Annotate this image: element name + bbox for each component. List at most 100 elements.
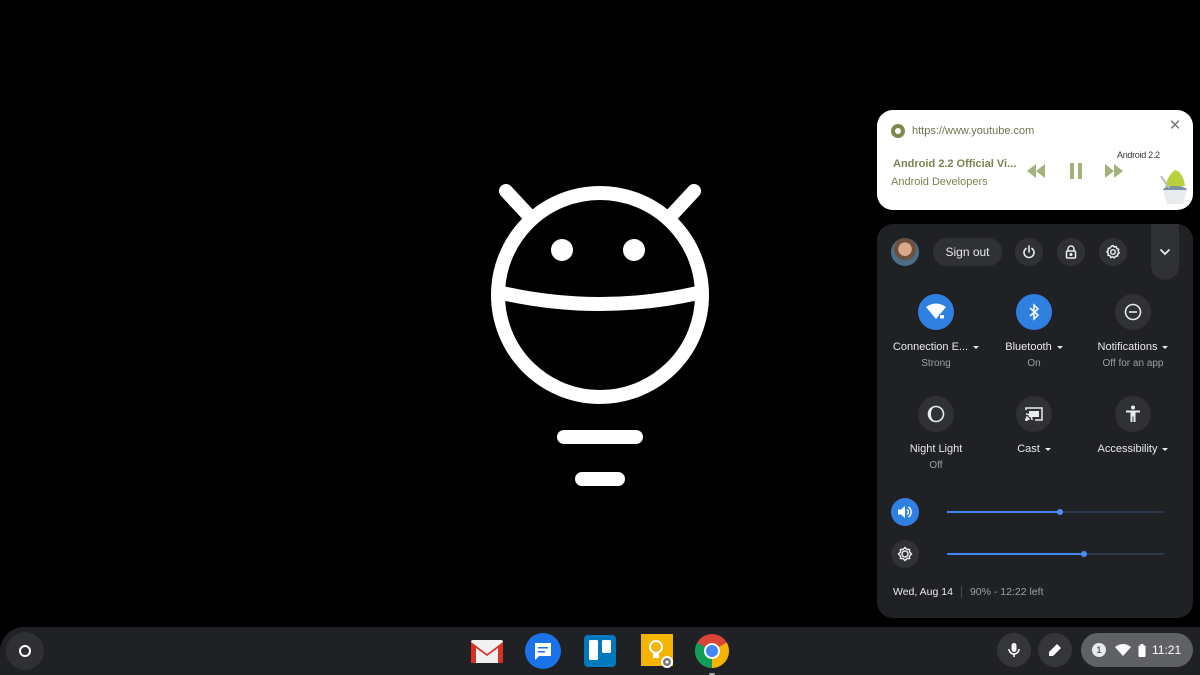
notifications-toggle[interactable]: [1115, 294, 1151, 330]
cast-toggle[interactable]: [1016, 396, 1052, 432]
media-artist: Android Developers: [891, 176, 988, 188]
user-avatar[interactable]: [891, 238, 919, 266]
close-icon[interactable]: ✕: [1167, 118, 1183, 134]
battery-status: 90% - 12:22 left: [969, 586, 1044, 598]
settings-button[interactable]: [1099, 238, 1127, 266]
bluetooth-icon: [1029, 303, 1040, 321]
wifi-lock-icon: [926, 303, 946, 319]
brightness-slider[interactable]: [947, 551, 1164, 557]
media-notification[interactable]: https://www.youtube.com ✕ Android 2.2 Of…: [877, 110, 1193, 210]
pause-button[interactable]: [1065, 162, 1087, 180]
notifications-status: Off for an app: [1102, 358, 1164, 369]
feature-pod-bluetooth: Bluetooth On: [984, 294, 1084, 369]
shelf-app-trello[interactable]: [582, 633, 618, 669]
system-tray-bubble: Sign out Connection E... Strong Bluetoot…: [877, 224, 1193, 618]
sign-out-button[interactable]: Sign out: [933, 238, 1002, 266]
brightness-slider-thumb[interactable]: [1080, 551, 1087, 557]
brightness-slider-row: [891, 540, 1179, 568]
night-light-status: Off: [929, 460, 943, 471]
stylus-icon: [1049, 644, 1061, 656]
volume-slider[interactable]: [947, 509, 1164, 515]
cast-icon: [1024, 407, 1043, 422]
network-menu[interactable]: Connection E...: [886, 341, 986, 353]
power-button[interactable]: [1015, 238, 1043, 266]
desktop: https://www.youtube.com ✕ Android 2.2 Of…: [0, 0, 1200, 675]
volume-icon: [898, 506, 912, 518]
volume-slider-fill: [947, 511, 1060, 513]
trello-icon: [584, 635, 616, 667]
night-light-label[interactable]: Night Light: [886, 443, 986, 455]
dropdown-caret-icon: [1056, 345, 1063, 349]
chevron-down-icon: [1159, 248, 1171, 256]
stylus-tools-button[interactable]: [1038, 633, 1072, 667]
microphone-icon: [1008, 643, 1020, 657]
pause-icon: [1070, 163, 1082, 179]
date-label[interactable]: Wed, Aug 14: [893, 586, 953, 598]
collapse-tray-button[interactable]: [1151, 224, 1179, 280]
tray-footer: Wed, Aug 14 90% - 12:22 left: [893, 586, 1043, 598]
mute-toggle-button[interactable]: [891, 498, 919, 526]
messages-icon: [525, 633, 561, 669]
wallpaper-android-bulb-logo: [491, 184, 709, 486]
shelf-app-keep[interactable]: [640, 633, 676, 669]
network-label: Connection E...: [892, 341, 969, 353]
cast-label: Cast: [1017, 443, 1040, 455]
settings-gear-icon: [1105, 244, 1121, 259]
voice-input-button[interactable]: [997, 633, 1031, 667]
lock-icon: [1065, 245, 1077, 259]
shelf-app-chrome[interactable]: [694, 633, 730, 675]
dropdown-caret-icon: [1162, 345, 1169, 349]
gmail-icon: [471, 640, 503, 663]
rewind-icon: [1027, 164, 1045, 178]
cast-menu[interactable]: Cast: [984, 443, 1084, 455]
accessibility-label: Accessibility: [1097, 443, 1158, 455]
power-icon: [1023, 245, 1035, 259]
lock-button[interactable]: [1057, 238, 1085, 266]
feature-pod-cast: Cast: [984, 396, 1084, 455]
accessibility-toggle[interactable]: [1115, 396, 1151, 432]
dropdown-caret-icon: [973, 345, 980, 349]
footer-divider: [960, 586, 962, 598]
do-not-disturb-icon: [1124, 303, 1142, 321]
night-light-icon: [927, 405, 945, 423]
accessibility-menu[interactable]: Accessibility: [1083, 443, 1183, 455]
bluetooth-menu[interactable]: Bluetooth: [984, 341, 1084, 353]
shelf-app-gmail[interactable]: [469, 633, 505, 669]
media-origin-url: https://www.youtube.com: [912, 125, 1035, 137]
rewind-button[interactable]: [1025, 162, 1047, 180]
notifications-menu[interactable]: Notifications: [1083, 341, 1183, 353]
bluetooth-toggle[interactable]: [1016, 294, 1052, 330]
chrome-icon: [695, 634, 729, 668]
feature-pod-night-light: Night Light Off: [886, 396, 986, 471]
network-toggle[interactable]: [918, 294, 954, 330]
artwork-caption: Android 2.2: [1117, 150, 1160, 160]
brightness-slider-fill: [947, 553, 1084, 555]
notification-counter: 1: [1092, 643, 1106, 657]
shelf: 1 11:21: [0, 627, 1200, 675]
notifications-label: Notifications: [1097, 341, 1158, 353]
accessibility-icon: [1126, 405, 1140, 422]
volume-slider-row: [891, 498, 1179, 526]
chrome-icon: [891, 124, 905, 138]
tray-top-row: Sign out: [877, 224, 1193, 280]
bluetooth-status: On: [1027, 358, 1041, 369]
feature-pod-accessibility: Accessibility: [1083, 396, 1183, 455]
keep-icon: [641, 634, 673, 668]
dropdown-caret-icon: [1044, 447, 1051, 451]
dropdown-caret-icon: [1162, 447, 1169, 451]
battery-icon: [1138, 643, 1146, 657]
night-light-toggle[interactable]: [918, 396, 954, 432]
media-title: Android 2.2 Official Vi...: [893, 158, 1017, 170]
wifi-icon: [1115, 644, 1131, 656]
volume-slider-thumb[interactable]: [1056, 509, 1063, 515]
shelf-app-messages[interactable]: [525, 633, 561, 669]
launcher-button[interactable]: [6, 632, 44, 670]
media-artwork: Android 2.2: [1113, 146, 1193, 210]
feature-pod-notifications: Notifications Off for an app: [1083, 294, 1183, 369]
feature-pod-network: Connection E... Strong: [886, 294, 986, 369]
network-status: Strong: [921, 358, 951, 369]
status-area[interactable]: 1 11:21: [1081, 633, 1193, 667]
brightness-icon: [897, 546, 913, 562]
bluetooth-label: Bluetooth: [1005, 341, 1052, 353]
brightness-button[interactable]: [891, 540, 919, 568]
